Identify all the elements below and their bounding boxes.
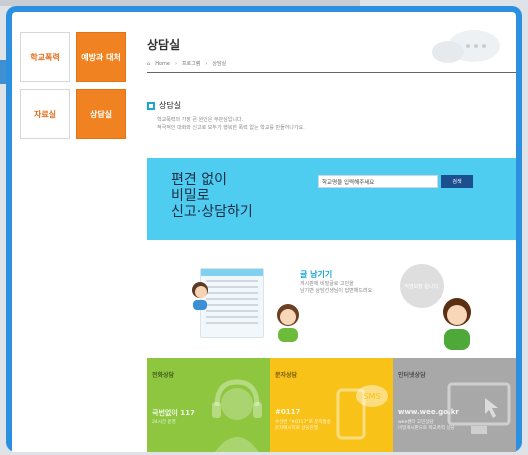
panel-sub2: 문자메시지로 상담진행 xyxy=(275,426,318,431)
write-desc-line2: 남기면 상담선생님이 답변해드려요. xyxy=(300,288,374,294)
school-search-input[interactable] xyxy=(318,175,438,188)
square-bullet-icon xyxy=(147,101,155,110)
panel-sub2: 비밀게시판으로 학교폭력 상담 xyxy=(398,426,455,431)
section-title: 상담실 xyxy=(159,101,182,110)
section-heading: 상담실 xyxy=(147,100,181,111)
menu-item-prevention[interactable]: 예방과 대처 xyxy=(76,32,126,82)
header-divider xyxy=(147,72,516,73)
breadcrumb-home[interactable]: Home xyxy=(155,61,170,67)
window-frame: 학교폭력 예방과 대처 자료실 상담실 상담실 ⌂ Home › 프로그램 › … xyxy=(6,6,522,452)
page-content: 학교폭력 예방과 대처 자료실 상담실 상담실 ⌂ Home › 프로그램 › … xyxy=(12,12,516,452)
write-desc-line1: 게시판에 비밀글로 고민을 xyxy=(300,281,354,287)
panel-subtext: 수신번 “#0117”로 문자발송 문자메시지로 상담진행 xyxy=(275,420,331,432)
slogan-line3: 신고·상담하기 xyxy=(171,204,253,220)
anonymity-bubble: 익명보장 됩니다. xyxy=(400,264,444,308)
student-avatar-right xyxy=(277,304,299,342)
panel-title: 전화상담 xyxy=(152,372,175,379)
panel-title: 문자상담 xyxy=(275,372,298,379)
chevron-right-icon: › xyxy=(205,60,208,67)
panel-title: 인터넷상담 xyxy=(398,372,426,379)
panel-subtext: 24시간 운영 xyxy=(152,420,176,426)
chevron-right-icon: › xyxy=(174,60,177,67)
section-description: 학교폭력의 가장 큰 원인은 무관심입니다. 적극적인 대화와 신고로 모두가 … xyxy=(157,116,305,132)
student-avatar-left xyxy=(192,282,208,310)
report-banner: 편견 없이 비밀로 신고·상담하기 검색 xyxy=(147,158,516,240)
slogan-line1: 편견 없이 xyxy=(171,172,227,188)
banner-slogan: 편견 없이 비밀로 신고·상담하기 xyxy=(171,172,253,220)
write-post-title[interactable]: 글 남기기 xyxy=(300,269,332,280)
speech-bubbles-decoration xyxy=(432,30,500,63)
write-post-description: 게시판에 비밀글로 고민을 남기면 상담선생님이 답변해드려요. xyxy=(300,281,374,295)
section-desc-line2: 적극적인 대화와 신고로 모두가 행복한 폭력 없는 학교를 만들어나가요. xyxy=(157,125,305,131)
breadcrumb: ⌂ Home › 프로그램 › 상담실 xyxy=(147,60,227,68)
panel-sub1: 24시간 운영 xyxy=(152,420,176,425)
slogan-line2: 비밀로 xyxy=(171,188,210,204)
menu-item-school-violence[interactable]: 학교폭력 xyxy=(20,32,70,82)
svg-text:SMS: SMS xyxy=(363,392,380,401)
section-desc-line1: 학교폭력의 가장 큰 원인은 무관심입니다. xyxy=(157,117,244,123)
sms-phone-icon: SMS xyxy=(336,385,388,440)
sms-counseling-panel[interactable]: 문자상담 SMS #0117 수신번 “#0117”로 문자발송 문자메시지로 … xyxy=(270,358,393,452)
panel-subtext: wee센터 고민상담 비밀게시판으로 학교폭력 상담 xyxy=(398,420,455,432)
home-icon[interactable]: ⌂ xyxy=(147,61,150,67)
breadcrumb-program[interactable]: 프로그램 xyxy=(182,60,200,67)
breadcrumb-current: 상담실 xyxy=(212,61,227,67)
panel-value: #0117 xyxy=(275,408,301,416)
headset-icon xyxy=(212,379,262,452)
page-title: 상담실 xyxy=(147,38,181,52)
menu-item-counseling[interactable]: 상담실 xyxy=(76,89,126,139)
menu-item-resources[interactable]: 자료실 xyxy=(20,89,70,139)
web-counseling-panel[interactable]: 인터넷상담 www.wee.go.kr wee센터 고민상담 비밀게시판으로 학… xyxy=(393,358,516,452)
phone-counseling-panel[interactable]: 전화상담 국번없이 117 24시간 운영 xyxy=(147,358,270,452)
counselor-avatar xyxy=(443,298,471,350)
panel-value: www.wee.go.kr xyxy=(398,408,459,416)
search-button[interactable]: 검색 xyxy=(441,175,473,188)
panel-value: 국번없이 117 xyxy=(152,409,195,417)
write-post-section: 글 남기기 게시판에 비밀글로 고민을 남기면 상담선생님이 답변해드려요. 익… xyxy=(147,240,516,358)
